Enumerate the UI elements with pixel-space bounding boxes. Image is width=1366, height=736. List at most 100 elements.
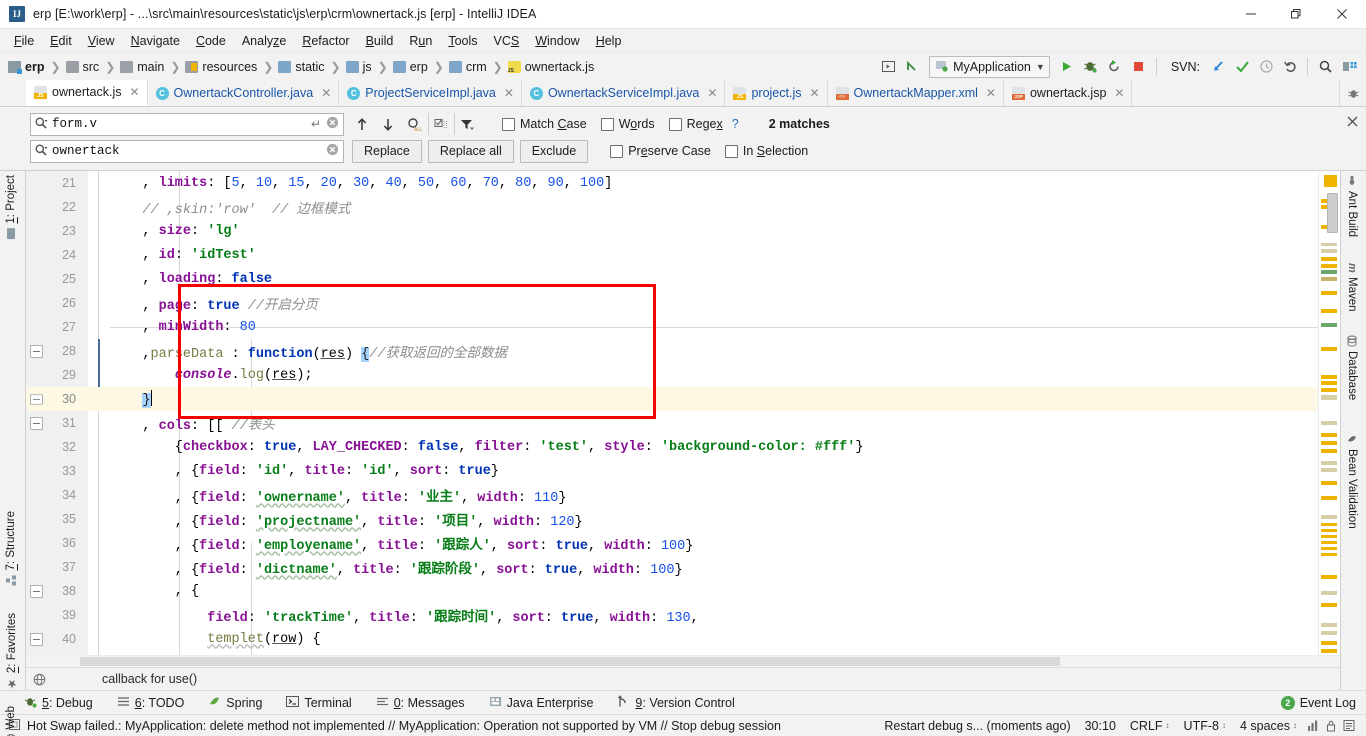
menu-navigate[interactable]: Navigate: [123, 31, 188, 51]
menu-edit[interactable]: Edit: [42, 31, 80, 51]
replace-button[interactable]: Replace: [352, 139, 422, 163]
preserve-case-checkbox[interactable]: [610, 144, 624, 158]
option-in-selection[interactable]: In Selection: [724, 144, 808, 158]
debug-icon[interactable]: [1080, 56, 1102, 78]
breadcrumb-item-crm[interactable]: crm: [448, 60, 487, 74]
tab-ownertack-jsp[interactable]: ownertack.jsp ✕: [1004, 80, 1133, 106]
editor-marker-bar[interactable]: [1318, 171, 1340, 655]
select-all-occurrences-icon[interactable]: ALL: [402, 113, 426, 135]
option-regex[interactable]: Regex: [668, 117, 723, 131]
code-line[interactable]: 22 // ,skin:'row' // 边框模式: [26, 195, 1340, 219]
replace-input[interactable]: ownertack: [30, 139, 344, 163]
code-line[interactable]: 28 ,parseData : function(res) {//获取返回的全部…: [26, 339, 1340, 363]
lock-icon[interactable]: [1322, 719, 1340, 732]
breadcrumb-item-src[interactable]: src: [65, 60, 99, 74]
tab-ownertack-service-impl[interactable]: C OwnertackServiceImpl.java ✕: [522, 80, 726, 106]
sidebar-item-favorites[interactable]: ★ 2: Favorites: [5, 613, 19, 691]
option-preserve-case[interactable]: Preserve Case: [610, 144, 711, 158]
inspection-bug-icon[interactable]: [1340, 80, 1366, 106]
menu-build[interactable]: Build: [358, 31, 402, 51]
code-line[interactable]: 35 , {field: 'projectname', title: '项目',…: [26, 507, 1340, 531]
run-icon[interactable]: [1056, 56, 1078, 78]
search-input[interactable]: form.v ↵: [30, 112, 344, 136]
svn-history-icon[interactable]: [1255, 56, 1277, 78]
breadcrumb-item-static[interactable]: static: [278, 60, 325, 74]
code-line[interactable]: 39 field: 'trackTime', title: '跟踪时间', so…: [26, 603, 1340, 627]
find-next-icon[interactable]: [376, 113, 400, 135]
close-icon[interactable]: ✕: [129, 85, 139, 99]
close-icon[interactable]: ✕: [1114, 86, 1124, 100]
code-line[interactable]: 37 , {field: 'dictname', title: '跟踪阶段', …: [26, 555, 1340, 579]
bottom-tab-version-control[interactable]: 9: Version Control: [617, 694, 735, 711]
regex-help-icon[interactable]: ?: [732, 117, 739, 131]
fold-marker[interactable]: [30, 633, 43, 646]
code-line[interactable]: 32 {checkbox: true, LAY_CHECKED: false, …: [26, 435, 1340, 459]
menu-analyze[interactable]: Analyze: [234, 31, 294, 51]
sidebar-item-web[interactable]: Web: [5, 706, 17, 736]
bottom-tab-todo[interactable]: 6: TODO: [117, 695, 184, 711]
inspection-icon[interactable]: [1340, 719, 1358, 732]
breadcrumb-item-main[interactable]: main: [120, 60, 164, 74]
breadcrumb-item-erp[interactable]: erp: [8, 60, 44, 74]
svn-commit-icon[interactable]: [1231, 56, 1253, 78]
code-line[interactable]: 36 , {field: 'employename', title: '跟踪人'…: [26, 531, 1340, 555]
caret-position[interactable]: 30:10: [1078, 719, 1123, 733]
menu-help[interactable]: Help: [588, 31, 630, 51]
menu-view[interactable]: View: [80, 31, 123, 51]
code-line[interactable]: 24 , id: 'idTest': [26, 243, 1340, 267]
close-icon[interactable]: ✕: [809, 86, 819, 100]
line-separator-selector[interactable]: CRLF ↕: [1123, 719, 1177, 733]
code-line[interactable]: 26 , page: true //开启分页: [26, 291, 1340, 315]
clear-icon[interactable]: [326, 143, 339, 159]
undo-icon[interactable]: [901, 56, 923, 78]
option-match-case[interactable]: Match Case: [502, 117, 587, 131]
sidebar-item-maven[interactable]: m Maven: [1346, 263, 1358, 311]
project-structure-icon[interactable]: [1338, 56, 1360, 78]
fold-marker[interactable]: [30, 394, 43, 405]
code-line[interactable]: 34 , {field: 'ownername', title: '业主', w…: [26, 483, 1340, 507]
words-checkbox[interactable]: [600, 117, 614, 131]
sidebar-item-ant-build[interactable]: Ant Build: [1346, 175, 1358, 237]
sidebar-item-database[interactable]: Database: [1346, 335, 1358, 400]
fold-marker[interactable]: [30, 417, 43, 430]
code-line[interactable]: 23 , size: 'lg': [26, 219, 1340, 243]
minimize-icon[interactable]: [1228, 0, 1273, 29]
replace-all-button[interactable]: Replace all: [427, 139, 514, 163]
menu-run[interactable]: Run: [401, 31, 440, 51]
code-line[interactable]: 25 , loading: false: [26, 267, 1340, 291]
code-line[interactable]: 38 , {: [26, 579, 1340, 603]
svn-update-icon[interactable]: [1207, 56, 1229, 78]
memory-indicator-icon[interactable]: [1304, 719, 1322, 732]
close-icon[interactable]: ✕: [504, 86, 514, 100]
exclude-button[interactable]: Exclude: [519, 139, 589, 163]
menu-code[interactable]: Code: [188, 31, 234, 51]
stop-icon[interactable]: [1128, 56, 1150, 78]
encoding-selector[interactable]: UTF-8 ↕: [1177, 719, 1233, 733]
make-project-icon[interactable]: [877, 56, 899, 78]
breadcrumb-item-erp2[interactable]: erp: [392, 60, 428, 74]
fold-marker[interactable]: [30, 585, 43, 598]
code-editor[interactable]: 21 , limits: [5, 10, 15, 20, 30, 40, 50,…: [26, 171, 1340, 655]
tab-project-js[interactable]: project.js ✕: [725, 80, 828, 106]
event-log-button[interactable]: 2 Event Log: [1280, 695, 1366, 710]
search-everywhere-icon[interactable]: [1314, 56, 1336, 78]
close-icon[interactable]: [1318, 0, 1366, 29]
sidebar-item-project[interactable]: 1: Project: [5, 175, 17, 240]
code-line-current[interactable]: 30 }: [26, 387, 1340, 411]
code-line[interactable]: 21 , limits: [5, 10, 15, 20, 30, 40, 50,…: [26, 171, 1340, 195]
svn-revert-icon[interactable]: [1279, 56, 1301, 78]
regex-checkbox[interactable]: [668, 117, 682, 131]
tab-project-service-impl[interactable]: C ProjectServiceImpl.java ✕: [339, 80, 522, 106]
breadcrumb-item-resources[interactable]: resources: [185, 60, 257, 74]
run-configuration-selector[interactable]: MyApplication ▼: [929, 55, 1050, 78]
tab-ownertack-mapper-xml[interactable]: OwnertackMapper.xml ✕: [828, 80, 1004, 106]
menu-tools[interactable]: Tools: [440, 31, 485, 51]
rerun-icon[interactable]: [1104, 56, 1126, 78]
menu-file[interactable]: File: [6, 31, 42, 51]
menu-vcs[interactable]: VCS: [486, 31, 528, 51]
code-line[interactable]: 27 , minWidth: 80: [26, 315, 1340, 339]
code-line[interactable]: 31 , cols: [[ //表头: [26, 411, 1340, 435]
fold-marker[interactable]: [30, 345, 43, 358]
bottom-tab-java-enterprise[interactable]: Java Enterprise: [489, 695, 593, 711]
filter-icon[interactable]: [454, 113, 478, 135]
